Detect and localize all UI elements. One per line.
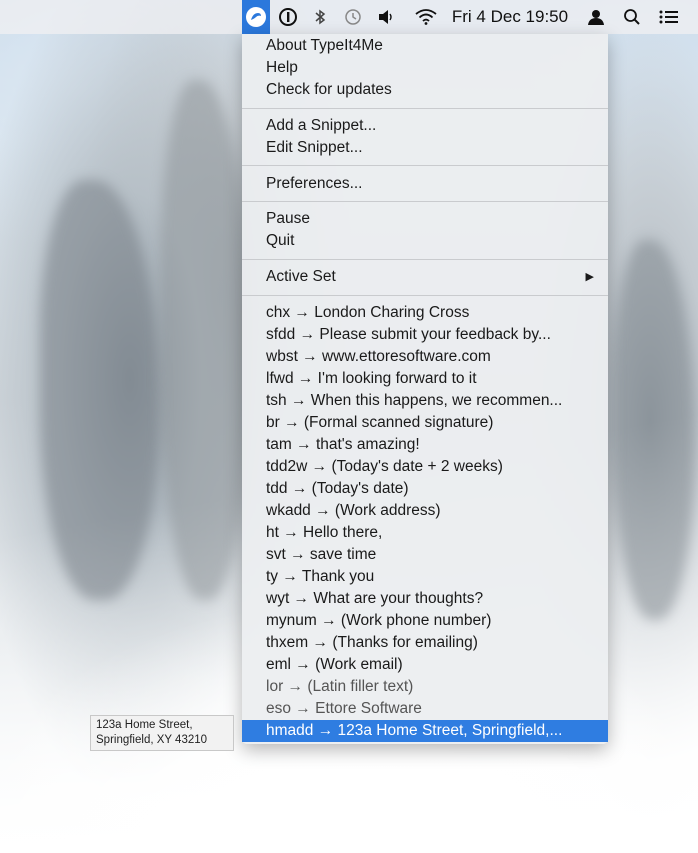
menu-item-pause[interactable]: Pause <box>242 208 608 230</box>
snippet-preview-tooltip: 123a Home Street, Springfield, XY 43210 <box>90 715 234 751</box>
snippet-item-selected[interactable]: hmadd → 123a Home Street, Springfield,..… <box>242 720 608 742</box>
menu-item-add-snippet[interactable]: Add a Snippet... <box>242 115 608 137</box>
snippet-item[interactable]: svt → save time <box>242 544 608 566</box>
snippet-item[interactable]: tam → that's amazing! <box>242 434 608 456</box>
menu-item-about[interactable]: About TypeIt4Me <box>242 35 608 57</box>
snippet-item[interactable]: sfdd → Please submit your feedback by... <box>242 324 608 346</box>
menu-item-edit-snippet[interactable]: Edit Snippet... <box>242 137 608 159</box>
snippet-item[interactable]: tsh → When this happens, we recommen... <box>242 390 608 412</box>
snippet-item[interactable]: ty → Thank you <box>242 566 608 588</box>
wifi-icon[interactable] <box>412 0 440 34</box>
clock[interactable]: Fri 4 Dec 19:50 <box>448 0 572 34</box>
menu-separator <box>242 165 608 166</box>
menu-item-active-set-label: Active Set <box>266 268 336 285</box>
snippet-item[interactable]: thxem → (Thanks for emailing) <box>242 632 608 654</box>
snippet-item[interactable]: wyt → What are your thoughts? <box>242 588 608 610</box>
snippet-item[interactable]: chx → London Charing Cross <box>242 302 608 324</box>
bluetooth-icon[interactable] <box>308 0 332 34</box>
snippet-item[interactable]: eml → (Work email) <box>242 654 608 676</box>
typeit4me-icon <box>246 7 266 27</box>
menu-item-quit[interactable]: Quit <box>242 230 608 252</box>
submenu-arrow-icon: ▶ <box>585 271 594 283</box>
snippet-item[interactable]: br → (Formal scanned signature) <box>242 412 608 434</box>
menu-item-preferences[interactable]: Preferences... <box>242 173 608 195</box>
snippet-item[interactable]: lfwd → I'm looking forward to it <box>242 368 608 390</box>
snippet-item[interactable]: eso → Ettore Software <box>242 698 608 720</box>
snippet-item[interactable]: tdd → (Today's date) <box>242 478 608 500</box>
tooltip-line: Springfield, XY 43210 <box>96 734 208 746</box>
menu-separator <box>242 259 608 260</box>
menu-bar: Fri 4 Dec 19:50 <box>0 0 698 34</box>
menu-item-check-updates[interactable]: Check for updates <box>242 79 608 101</box>
menu-item-active-set[interactable]: Active Set ▶ <box>242 266 608 288</box>
typeit4me-dropdown-menu: About TypeIt4Me Help Check for updates A… <box>242 34 608 744</box>
menu-separator <box>242 201 608 202</box>
snippet-item[interactable]: ht → Hello there, <box>242 522 608 544</box>
time-machine-icon[interactable] <box>340 0 366 34</box>
user-icon[interactable] <box>584 0 608 34</box>
mountain-rock <box>615 240 695 620</box>
typeit4me-menu-extra[interactable] <box>242 0 270 34</box>
snippet-item[interactable]: tdd2w → (Today's date + 2 weeks) <box>242 456 608 478</box>
menu-item-help[interactable]: Help <box>242 57 608 79</box>
spotlight-search-icon[interactable] <box>620 0 644 34</box>
tooltip-line: 123a Home Street, <box>96 719 193 731</box>
mountain-rock <box>160 80 250 600</box>
menu-separator <box>242 295 608 296</box>
snippet-item[interactable]: lor → (Latin filler text) <box>242 676 608 698</box>
snippet-item[interactable]: mynum → (Work phone number) <box>242 610 608 632</box>
snippet-item[interactable]: wbst → www.ettoresoftware.com <box>242 346 608 368</box>
notification-center-icon[interactable] <box>656 0 682 34</box>
onepassword-icon[interactable] <box>276 0 300 34</box>
menu-separator <box>242 108 608 109</box>
clock-text: Fri 4 Dec 19:50 <box>451 7 569 26</box>
snippet-item[interactable]: wkadd → (Work address) <box>242 500 608 522</box>
mountain-rock <box>40 180 160 600</box>
volume-icon[interactable] <box>374 0 398 34</box>
